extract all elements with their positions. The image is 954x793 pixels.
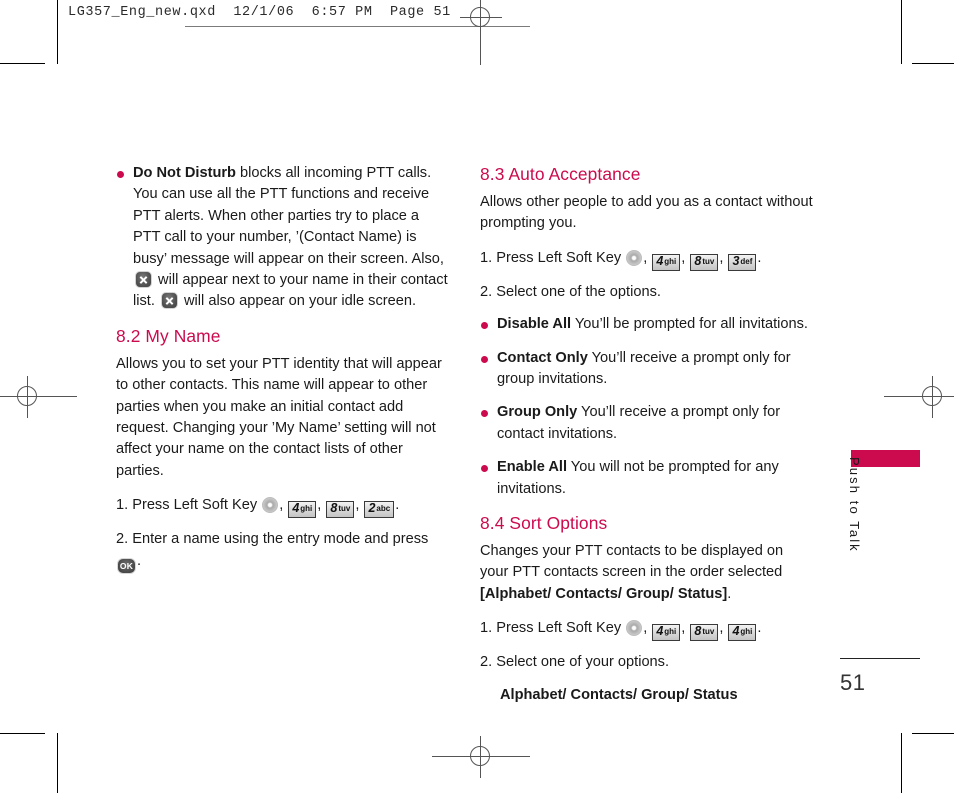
dnd-blocked-icon (160, 292, 178, 310)
page-number: 51 (840, 670, 866, 695)
left-column: Do Not Disturb blocks all incoming PTT c… (116, 163, 450, 585)
registration-mark-right (884, 376, 954, 418)
section-8-2-body: Allows you to set your PTT identity that… (116, 355, 442, 479)
list-item: Do Not Disturb blocks all incoming PTT c… (116, 163, 450, 313)
step-2-prefix: 2. Enter a name using the entry mode and… (116, 531, 429, 548)
keypad-key-2: 2abc (364, 501, 395, 519)
trim-rule-bottom-right (901, 733, 902, 793)
step-1-prefix: 1. Press Left Soft Key (480, 620, 626, 637)
keypad-key-8: 8tuv (690, 624, 719, 642)
crop-mark-bottom-right (912, 733, 954, 734)
registration-mark-bottom (432, 736, 530, 778)
section-8-4-body-normal: Changes your PTT contacts to be displaye… (480, 543, 784, 581)
manual-page: { "proof_header": "LG357_Eng_new.qxd 12/… (0, 0, 954, 793)
list-item: Enable All You will not be prompted for … (480, 457, 814, 500)
section-heading-8-3: 8.3 Auto Acceptance (480, 164, 641, 184)
left-soft-key-icon (626, 249, 643, 266)
crop-mark-bottom-left (0, 733, 45, 734)
folio-rule (840, 658, 920, 659)
option-term: Enable All (497, 459, 568, 476)
step-1-prefix: 1. Press Left Soft Key (116, 497, 262, 514)
keypad-key-4: 4ghi (652, 253, 681, 271)
right-column: 8.3 Auto Acceptance Allows other people … (480, 163, 814, 706)
auto-acceptance-options-list: Disable All You’ll be prompted for all i… (480, 314, 814, 500)
section-8-3-body: Allows other people to add you as a cont… (480, 194, 813, 232)
keypad-key-8: 8tuv (326, 501, 355, 519)
keypad-key-8: 8tuv (690, 253, 719, 271)
left-soft-key-icon (626, 620, 643, 637)
section-8-4-body-tail: . (727, 585, 732, 602)
crop-mark-top-left (0, 63, 45, 64)
registration-mark-left (0, 376, 77, 418)
option-term: Group Only (497, 404, 578, 421)
section-8-3-step-1: 1. Press Left Soft Key , 4ghi, 8tuv, 3de… (480, 248, 814, 271)
ok-key-icon: OK (117, 557, 136, 574)
section-8-4-body-bold: [Alphabet/ Contacts/ Group/ Status] (480, 585, 728, 602)
list-item: Disable All You’ll be prompted for all i… (480, 314, 814, 335)
keypad-key-3: 3def (728, 253, 757, 271)
option-term: Contact Only (497, 349, 588, 366)
section-8-2-step-1: 1. Press Left Soft Key , 4ghi, 8tuv, 2ab… (116, 495, 450, 519)
section-8-4-step-2: 2. Select one of your options. (480, 654, 670, 671)
keypad-key-4b: 4ghi (728, 624, 757, 642)
step-2-suffix: . (137, 552, 142, 569)
crop-mark-top-right (912, 63, 954, 64)
section-8-4-body: Changes your PTT contacts to be displaye… (480, 541, 814, 605)
step-1-prefix: 1. Press Left Soft Key (480, 249, 626, 266)
section-8-2-step-2: 2. Enter a name using the entry mode and… (116, 529, 450, 574)
list-item: Contact Only You’ll receive a prompt onl… (480, 348, 814, 391)
section-heading-8-2: 8.2 My Name (116, 325, 221, 346)
left-soft-key-icon (262, 497, 279, 514)
section-heading-8-4: 8.4 Sort Options (480, 513, 608, 534)
option-term: Disable All (497, 316, 572, 333)
keypad-key-4: 4ghi (652, 624, 681, 642)
trim-rule-top-left (57, 0, 58, 64)
trim-rule-bottom-left (57, 733, 58, 793)
registration-mark-top (460, 0, 502, 65)
dnd-text-3: will also appear on your idle screen. (179, 293, 417, 310)
option-desc: You’ll be prompted for all invitations. (571, 316, 808, 333)
section-8-4-step-1: 1. Press Left Soft Key , 4ghi, 8tuv, 4gh… (480, 618, 814, 642)
proof-header: LG357_Eng_new.qxd 12/1/06 6:57 PM Page 5… (68, 5, 451, 20)
section-8-4-options-line: Alphabet/ Contacts/ Group/ Status (500, 686, 738, 703)
keypad-key-4: 4ghi (288, 501, 317, 519)
chapter-tab-label: Push to Talk (847, 457, 862, 553)
trim-rule-top-right (901, 0, 902, 64)
dnd-blocked-icon (135, 271, 152, 289)
section-8-3-step-2: 2. Select one of the options. (480, 283, 661, 300)
do-not-disturb-bullet-list: Do Not Disturb blocks all incoming PTT c… (116, 163, 450, 313)
list-item: Group Only You’ll receive a prompt only … (480, 402, 814, 445)
dnd-term: Do Not Disturb (133, 165, 236, 181)
